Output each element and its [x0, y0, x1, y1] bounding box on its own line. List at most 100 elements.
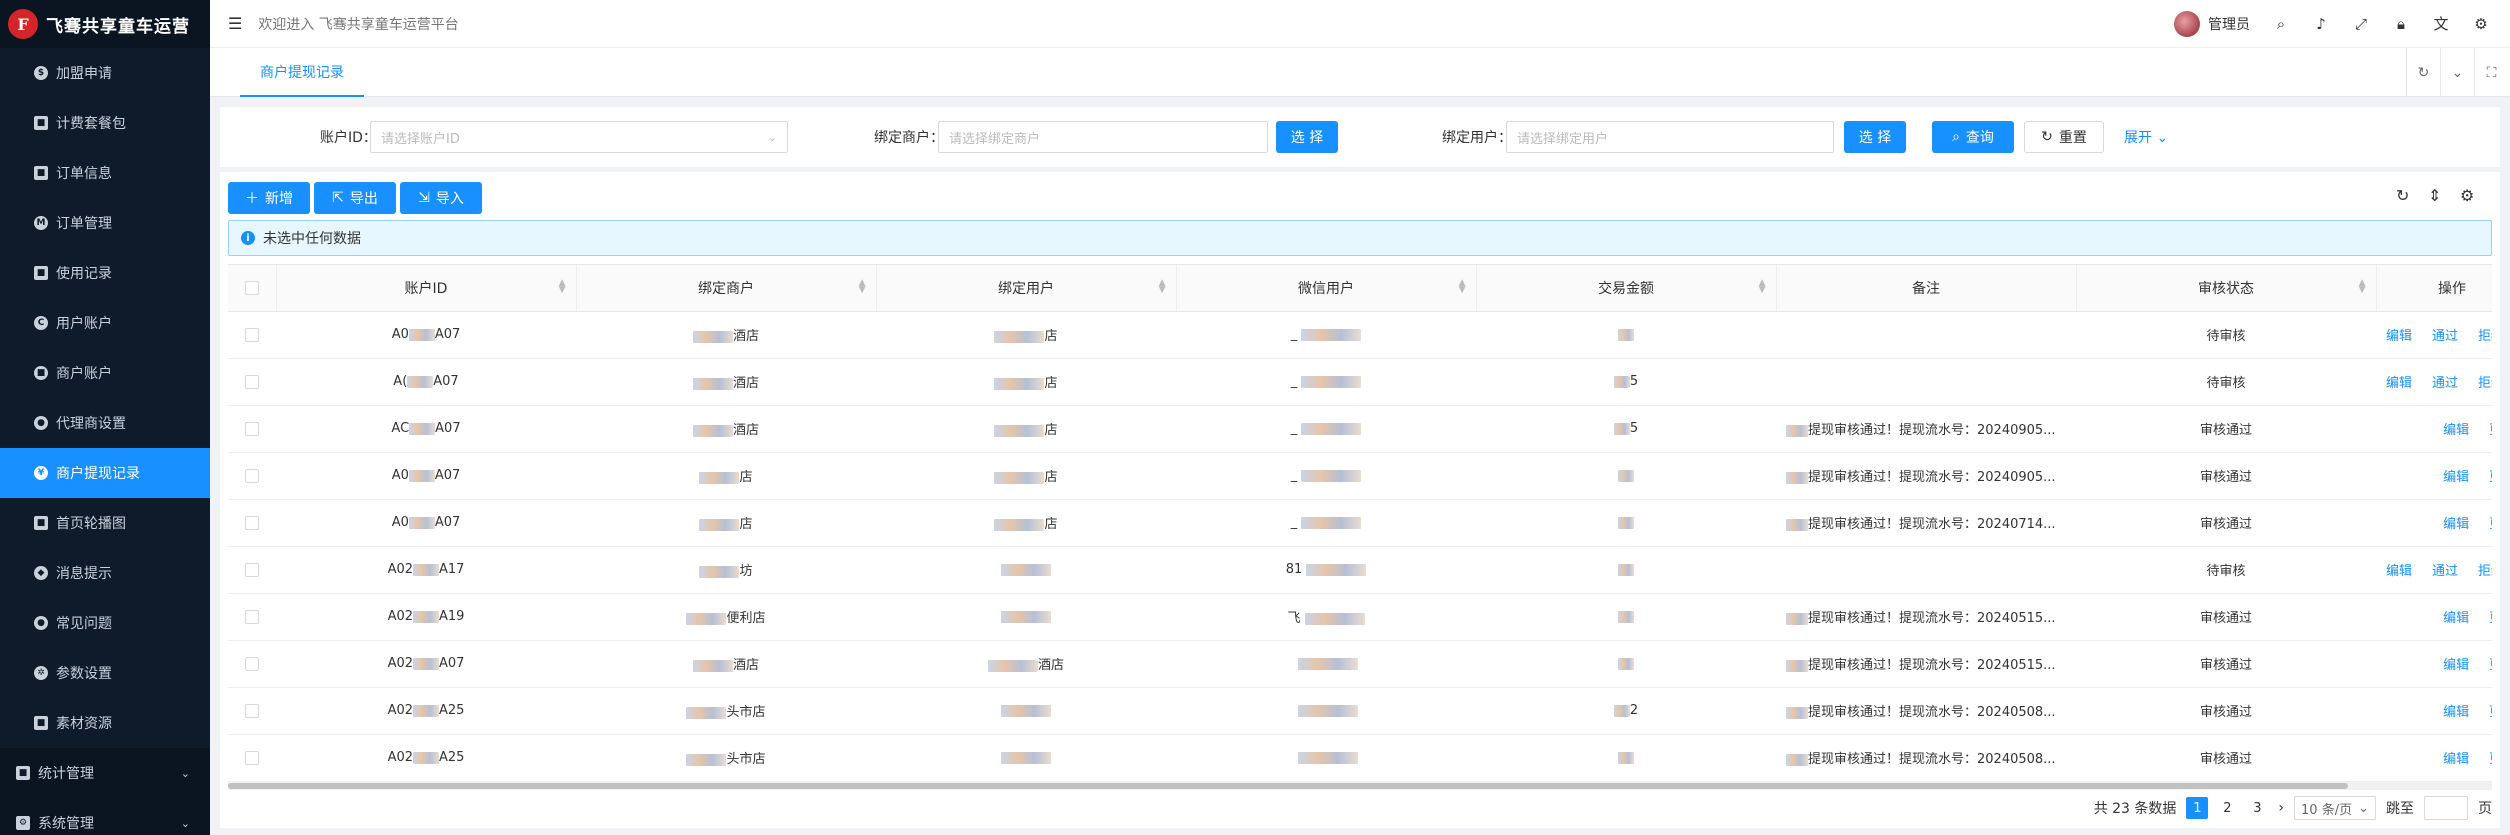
- sidebar-item-record[interactable]: ■ 使用记录: [0, 248, 210, 298]
- row-select-cell[interactable]: [228, 405, 276, 453]
- row-select-cell[interactable]: [228, 734, 276, 782]
- sort-icon[interactable]: ▲ ▼: [859, 279, 866, 295]
- sort-icon[interactable]: ▲ ▼: [1459, 279, 1466, 295]
- op-action-link[interactable]: 编辑: [2386, 329, 2412, 344]
- page-2[interactable]: 2: [2216, 797, 2238, 819]
- sidebar-item-coin[interactable]: $ 加盟申请: [0, 48, 210, 98]
- bell-icon[interactable]: ♪: [2312, 15, 2330, 33]
- sidebar-group-system[interactable]: ⚙ 系统管理 ⌄: [0, 798, 210, 835]
- jump-input[interactable]: [2424, 796, 2468, 820]
- row-checkbox[interactable]: [245, 656, 259, 671]
- row-select-cell[interactable]: [228, 640, 276, 688]
- op-action-link[interactable]: 编辑: [2443, 470, 2469, 485]
- table-row[interactable]: A02 A25 头市店 提现审核通过！提现流水号：20240508... 审核通过…: [228, 734, 2492, 782]
- op-action-link[interactable]: 编辑: [2443, 517, 2469, 532]
- row-select-cell[interactable]: [228, 546, 276, 594]
- op-action-link[interactable]: 拒绝: [2478, 329, 2492, 344]
- row-checkbox[interactable]: [245, 750, 259, 765]
- table-row[interactable]: A02 A19 便利店 飞 提现审核通过！提现流水号：20240515... 审核…: [228, 593, 2492, 641]
- horizontal-scrollbar[interactable]: [228, 782, 2492, 790]
- op-more-link[interactable]: 更多: [2489, 658, 2492, 673]
- sidebar-group-stats[interactable]: ■ 统计管理 ⌄: [0, 748, 210, 798]
- row-checkbox[interactable]: [245, 468, 259, 483]
- refresh-icon[interactable]: ↻: [2396, 186, 2409, 205]
- page-3[interactable]: 3: [2246, 797, 2268, 819]
- op-action-link[interactable]: 拒绝: [2478, 376, 2492, 391]
- col-header[interactable]: 账户ID ▲ ▼: [276, 265, 577, 312]
- select-all-checkbox[interactable]: [244, 280, 259, 295]
- user-input[interactable]: 请选择绑定用户: [1506, 121, 1834, 153]
- export-button[interactable]: ⇱ 导出: [314, 182, 396, 214]
- row-checkbox[interactable]: [245, 374, 259, 389]
- sidebar-item-package[interactable]: ■ 计费套餐包: [0, 98, 210, 148]
- table-row[interactable]: A0 A07 店 店 _ 提现审核通过！提现流水号：20240905... 审核通…: [228, 452, 2492, 500]
- user-select-button[interactable]: 选 择: [1844, 121, 1906, 153]
- op-more-link[interactable]: 更多: [2489, 517, 2492, 532]
- op-action-link[interactable]: 编辑: [2443, 705, 2469, 720]
- col-header[interactable]: 绑定商户 ▲ ▼: [576, 265, 877, 312]
- op-action-link[interactable]: 编辑: [2386, 376, 2412, 391]
- sidebar-item-material[interactable]: ■ 素材资源: [0, 698, 210, 748]
- op-action-link[interactable]: 编辑: [2386, 564, 2412, 579]
- col-header[interactable]: 交易金额 ▲ ▼: [1476, 265, 1777, 312]
- row-checkbox[interactable]: [245, 703, 259, 718]
- expand-link[interactable]: 展开 ⌄: [2124, 127, 2168, 147]
- page-size-select[interactable]: 10 条/页 ⌄: [2294, 796, 2376, 820]
- table-row[interactable]: A0 A07 店 店 _ 提现审核通过！提现流水号：20240714... 审核通…: [228, 499, 2492, 547]
- sort-icon[interactable]: ▲ ▼: [1759, 279, 1766, 295]
- sidebar-item-withdraw[interactable]: ¥ 商户提现记录: [0, 448, 210, 498]
- search-icon[interactable]: ⌕: [2272, 15, 2290, 33]
- page-1[interactable]: 1: [2186, 797, 2209, 819]
- import-button[interactable]: ⇲ 导入: [400, 182, 482, 214]
- op-action-link[interactable]: 编辑: [2443, 611, 2469, 626]
- admin-name[interactable]: 管理员: [2208, 14, 2250, 34]
- sidebar-item-user-account[interactable]: C 用户账户: [0, 298, 210, 348]
- table-row[interactable]: A(A07 酒店 店 _ 5 待审核 编辑通过拒绝更: [228, 358, 2492, 406]
- translate-icon[interactable]: 文: [2432, 13, 2450, 34]
- op-more-link[interactable]: 更多: [2489, 752, 2492, 767]
- row-checkbox[interactable]: [245, 515, 259, 530]
- refresh-tab-icon[interactable]: ↻: [2406, 48, 2440, 97]
- sidebar-item-manage[interactable]: M 订单管理: [0, 198, 210, 248]
- fullscreen-icon[interactable]: ⤢: [2352, 15, 2370, 33]
- sidebar-item-message[interactable]: ◆ 消息提示: [0, 548, 210, 598]
- sidebar-item-agent[interactable]: ● 代理商设置: [0, 398, 210, 448]
- op-action-link[interactable]: 编辑: [2443, 658, 2469, 673]
- op-more-link[interactable]: 更多: [2489, 611, 2492, 626]
- row-select-cell[interactable]: [228, 687, 276, 735]
- sidebar-item-merchant-account[interactable]: ■ 商户账户: [0, 348, 210, 398]
- op-action-link[interactable]: 通过: [2432, 564, 2458, 579]
- menu-toggle-icon[interactable]: ☰: [228, 14, 242, 33]
- row-select-cell[interactable]: [228, 593, 276, 641]
- op-more-link[interactable]: 更多: [2489, 470, 2492, 485]
- col-header[interactable]: 绑定用户 ▲ ▼: [876, 265, 1177, 312]
- tab-fullscreen-icon[interactable]: ⛶: [2474, 48, 2508, 97]
- next-page-icon[interactable]: ›: [2278, 800, 2284, 816]
- account-select[interactable]: 请选择账户ID ⌄: [370, 121, 788, 153]
- table-row[interactable]: AC A07 酒店 店 _ 5 提现审核通过！提现流水号：20240905... …: [228, 405, 2492, 453]
- op-action-link[interactable]: 拒绝: [2478, 564, 2492, 579]
- col-header[interactable]: 微信用户 ▲ ▼: [1176, 265, 1477, 312]
- table-row[interactable]: A02 A25 头市店 2 提现审核通过！提现流水号：20240508... 审核…: [228, 687, 2492, 735]
- sort-icon[interactable]: ▲ ▼: [559, 279, 566, 295]
- scrollbar-thumb[interactable]: [228, 783, 2348, 789]
- select-all-cell[interactable]: [228, 265, 277, 312]
- sidebar-item-settings[interactable]: ✲ 参数设置: [0, 648, 210, 698]
- chevron-down-icon[interactable]: ⌄: [2440, 48, 2474, 97]
- avatar[interactable]: [2174, 10, 2200, 37]
- column-height-icon[interactable]: ⇕: [2428, 186, 2441, 205]
- table-row[interactable]: A0A07 酒店 店 _ 待审核 编辑通过拒绝更: [228, 311, 2492, 359]
- table-row[interactable]: A02A17 坊 81 待审核 编辑通过拒绝更: [228, 546, 2492, 594]
- row-checkbox[interactable]: [245, 609, 259, 624]
- op-action-link[interactable]: 通过: [2432, 376, 2458, 391]
- tab-withdraw-records[interactable]: 商户提现记录: [240, 48, 364, 97]
- table-row[interactable]: A02 A07 酒店 酒店 提现审核通过！提现流水号：20240515... 审核…: [228, 640, 2492, 688]
- query-button[interactable]: ⌕ 查询: [1932, 121, 2014, 153]
- row-select-cell[interactable]: [228, 452, 276, 500]
- merchant-input[interactable]: 请选择绑定商户: [938, 121, 1268, 153]
- reset-button[interactable]: ↻ 重置: [2024, 121, 2104, 153]
- row-select-cell[interactable]: [228, 311, 276, 359]
- sidebar-item-image[interactable]: ■ 首页轮播图: [0, 498, 210, 548]
- op-action-link[interactable]: 编辑: [2443, 423, 2469, 438]
- row-checkbox[interactable]: [245, 327, 259, 342]
